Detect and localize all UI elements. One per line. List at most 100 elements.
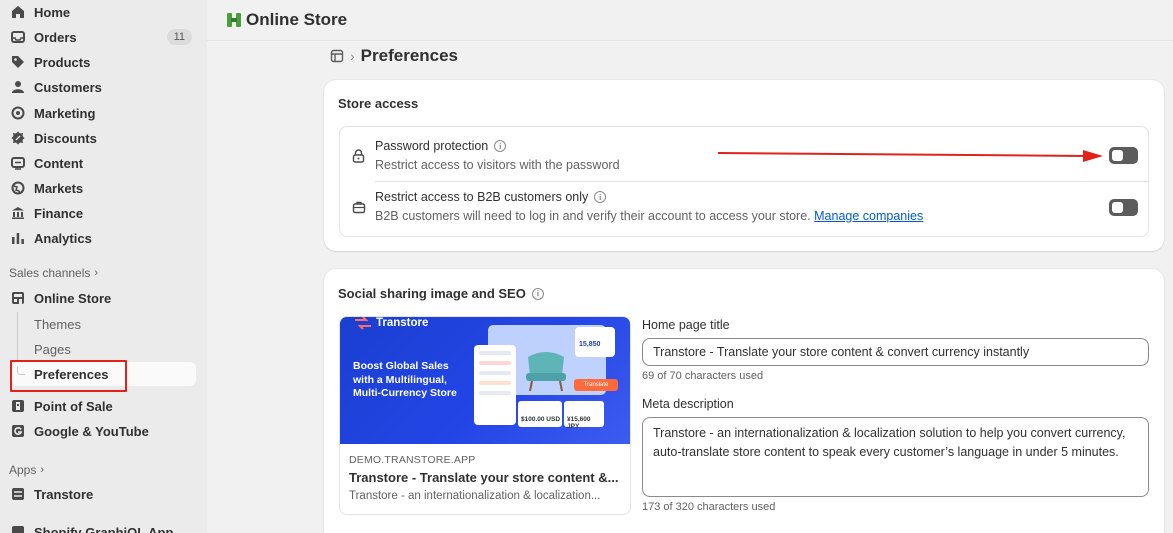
- toggle-knob: [1112, 202, 1123, 213]
- b2b-desc: B2B customers will need to log in and ve…: [375, 209, 811, 223]
- google-icon: [10, 423, 26, 439]
- meta-description-label: Meta description: [642, 397, 734, 411]
- headline-line: Boost Global Sales: [353, 360, 449, 372]
- preview-brand-text: Transtore: [376, 317, 429, 329]
- sub-item-pages[interactable]: Pages: [34, 342, 71, 357]
- social-share-image[interactable]: Transtore Boost Global Sales with a Mult…: [340, 317, 630, 444]
- nav-label: Analytics: [34, 230, 92, 246]
- nav-point-of-sale[interactable]: Point of Sale: [4, 394, 196, 418]
- app-icon: [10, 524, 26, 533]
- nav-label: Orders: [34, 29, 77, 45]
- tag-icon: [10, 54, 26, 70]
- content-icon: [10, 155, 26, 171]
- headline-line: with a Multilingual,: [353, 373, 447, 386]
- preview-brand: Transtore: [354, 317, 428, 330]
- red-arrow-annotation: [717, 150, 1103, 162]
- home-icon: [10, 4, 26, 20]
- nav-label: Customers: [34, 79, 102, 95]
- discount-icon: [10, 130, 26, 146]
- seo-heading: Social sharing image and SEO i: [338, 286, 544, 301]
- nav-marketing[interactable]: Marketing: [4, 101, 196, 125]
- social-preview-card[interactable]: Transtore Boost Global Sales with a Mult…: [339, 316, 631, 515]
- meta-description-textarea[interactable]: Transtore - an internationalization & lo…: [642, 417, 1149, 497]
- row-divider: [375, 181, 1149, 182]
- nav-label: Products: [34, 54, 91, 70]
- home-page-title-label: Home page title: [642, 318, 730, 332]
- password-protection-title: Password protection: [375, 139, 489, 153]
- store-access-card: Store access Password protection i Restr…: [324, 80, 1164, 251]
- nav-label: Point of Sale: [34, 398, 113, 414]
- meta-description-hint: 173 of 320 characters used: [642, 501, 776, 513]
- preview-price-jpy: ¥15,600 JPY: [564, 401, 604, 430]
- online-store-icon: [226, 12, 242, 28]
- nav-shopify-graphiql[interactable]: Shopify GraphiQL App: [4, 520, 196, 533]
- nav-products[interactable]: Products: [4, 50, 196, 74]
- pos-icon: [10, 398, 26, 414]
- nav-label: Online Store: [34, 290, 112, 306]
- store-icon: [10, 290, 26, 306]
- toggle-knob: [1112, 150, 1123, 161]
- sales-channels-label: Sales channels: [9, 266, 91, 280]
- home-page-title-hint: 69 of 70 characters used: [642, 370, 764, 382]
- b2b-desc-line: B2B customers will need to log in and ve…: [375, 209, 923, 223]
- person-icon: [10, 79, 26, 95]
- target-icon: [10, 105, 26, 121]
- nav-label: Discounts: [34, 130, 97, 146]
- nav-label: Content: [34, 155, 84, 171]
- b2b-title: Restrict access to B2B customers only: [375, 190, 589, 204]
- nav-label: Markets: [34, 180, 84, 196]
- preview-headline: Boost Global Sales with a Multilingual, …: [353, 360, 457, 401]
- meta-description-value: Transtore - an internationalization & lo…: [653, 426, 1126, 459]
- topbar: Online Store: [207, 0, 1173, 41]
- nav-transtore[interactable]: Transtore: [4, 482, 196, 506]
- apps-heading[interactable]: Apps ›: [9, 463, 44, 477]
- b2b-toggle[interactable]: [1109, 199, 1138, 216]
- nav-label: Finance: [34, 205, 84, 221]
- bank-icon: [10, 205, 26, 221]
- password-protection-toggle[interactable]: [1109, 147, 1138, 164]
- preview-mock-list: [474, 345, 516, 425]
- nav-google-youtube[interactable]: Google & YouTube: [4, 419, 196, 443]
- preview-domain: DEMO.TRANSTORE.APP: [349, 454, 476, 466]
- nav-finance[interactable]: Finance: [4, 201, 196, 225]
- sidebar: Home Orders 11 Products Customers Market…: [0, 0, 207, 533]
- info-icon[interactable]: i: [531, 287, 544, 300]
- info-icon[interactable]: i: [594, 191, 607, 203]
- info-icon[interactable]: i: [494, 140, 507, 152]
- store-breadcrumb-icon[interactable]: [330, 49, 344, 63]
- store-access-title: Store access: [338, 96, 419, 111]
- seo-title: Social sharing image and SEO: [338, 286, 526, 301]
- nav-home[interactable]: Home: [4, 0, 196, 24]
- nav-discounts[interactable]: Discounts: [4, 126, 196, 150]
- chevron-right-icon: ›: [40, 464, 45, 476]
- nav-label: Home: [34, 4, 71, 20]
- red-highlight-box: [10, 360, 127, 392]
- nav-customers[interactable]: Customers: [4, 75, 196, 99]
- sub-item-themes[interactable]: Themes: [34, 317, 81, 332]
- nav-online-store[interactable]: Online Store: [4, 286, 196, 310]
- manage-companies-link[interactable]: Manage companies: [814, 209, 923, 223]
- nav-label: Shopify GraphiQL App: [34, 524, 174, 533]
- preview-description: Transtore - an internationalization & lo…: [349, 490, 601, 502]
- preview-price-usd: $100.00 USD: [518, 401, 562, 427]
- transtore-app-icon: [10, 486, 26, 502]
- preview-translate-badge: Translate: [574, 379, 618, 391]
- chevron-right-icon: ›: [94, 267, 99, 279]
- apps-label: Apps: [9, 463, 37, 477]
- transtore-logo-icon: [354, 317, 372, 330]
- home-page-title-input[interactable]: Transtore - Translate your store content…: [642, 338, 1149, 366]
- nav-label: Marketing: [34, 105, 96, 121]
- nav-markets[interactable]: Markets: [4, 176, 196, 200]
- bar-chart-icon: [10, 230, 26, 246]
- app-title: Online Store: [246, 10, 348, 29]
- b2b-row: Restrict access to B2B customers only i: [375, 190, 607, 204]
- preview-title: Transtore - Translate your store content…: [349, 470, 619, 485]
- nav-orders[interactable]: Orders 11: [4, 25, 196, 49]
- nav-analytics[interactable]: Analytics: [4, 226, 196, 250]
- preview-stat-card: 15,850: [575, 327, 615, 357]
- inbox-icon: [10, 29, 26, 45]
- nav-label: Transtore: [34, 486, 94, 502]
- nav-content[interactable]: Content: [4, 151, 196, 175]
- password-protection-row: Password protection i: [375, 139, 507, 153]
- sales-channels-heading[interactable]: Sales channels ›: [9, 266, 98, 280]
